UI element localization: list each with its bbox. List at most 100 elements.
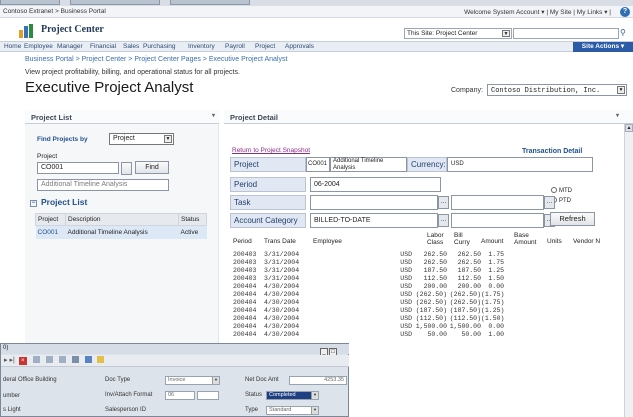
save-icon[interactable]	[84, 356, 92, 363]
nav-financial[interactable]: Financial	[90, 43, 116, 50]
chevron-down-icon[interactable]: ▼	[164, 135, 172, 143]
radio-icon[interactable]	[551, 187, 557, 193]
background-tab[interactable]	[0, 0, 60, 5]
search-icon[interactable]: ⚲	[620, 28, 630, 39]
table-row[interactable]: 200403 3/31/2004 USD 112.50 112.50 1.50	[233, 275, 504, 283]
project-id-cell[interactable]: CO001	[35, 225, 66, 239]
nav-approvals[interactable]: Approvals	[285, 43, 314, 50]
curry-cell: USD	[400, 275, 412, 282]
search-scope-select[interactable]: This Site: Project Center ▼	[404, 28, 512, 39]
table-row[interactable]: 200404 4/30/2004 USD (112.50) (112.50)(1.50)	[233, 315, 504, 323]
chevron-down-icon[interactable]: ▼	[617, 86, 625, 94]
column-header[interactable]: Status	[178, 213, 207, 226]
table-row[interactable]: 200404 4/30/2004 USD 1,500.00 1,500.00 0.00	[233, 323, 504, 331]
currency-field[interactable]: USD	[447, 157, 593, 172]
dynamics-gp-window: 0) _□× ▸ ▸| × deral Office Building umbe…	[0, 343, 349, 417]
print-icon[interactable]	[71, 356, 79, 363]
units-cell: 1.00	[488, 331, 504, 338]
period-cell: 200403	[233, 267, 257, 274]
column-header-amount[interactable]: Amount	[481, 238, 503, 245]
task-from-field[interactable]	[310, 195, 438, 210]
collapse-icon[interactable]: −	[30, 200, 37, 207]
nav-purchasing[interactable]: Purchasing	[143, 43, 176, 50]
welcome-menu[interactable]: Welcome System Account ▾ | My Site | My …	[464, 8, 611, 16]
project-lookup-button[interactable]	[121, 162, 132, 175]
table-row[interactable]: CO001 Additional Timeline Analysis Activ…	[35, 225, 207, 239]
table-row[interactable]: 200404 4/30/2004 USD (262.50) (262.50)(1.75)	[233, 291, 504, 299]
tool-icon[interactable]	[58, 356, 66, 363]
curry-cell: USD	[400, 283, 412, 290]
return-to-snapshot-link[interactable]: Return to Project Snapshot	[232, 147, 310, 154]
background-tab[interactable]	[70, 0, 160, 5]
amount-cell: 262.50	[423, 251, 447, 258]
project-desc-field[interactable]: Additional Timeline Analysis	[330, 157, 407, 172]
nav-project[interactable]: Project	[255, 43, 275, 50]
table-row[interactable]: 200403 3/31/2004 USD 187.50 187.50 1.25	[233, 267, 504, 275]
period-field[interactable]: 06-2004	[310, 177, 441, 192]
note-icon[interactable]	[97, 356, 105, 363]
chevron-down-icon[interactable]: ▼	[212, 377, 219, 384]
project-description-input[interactable]: Additional Timeline Analysis	[37, 179, 169, 191]
table-row[interactable]: 200404 4/30/2004 USD 50.00 50.00 1.00	[233, 331, 504, 339]
tool-icon[interactable]	[45, 356, 53, 363]
find-button[interactable]: Find	[135, 161, 169, 174]
column-header-base-amount[interactable]: Base Amount	[514, 232, 536, 246]
column-header-units[interactable]: Units	[547, 238, 562, 245]
table-row[interactable]: 200404 4/30/2004 USD 200.00 200.00 0.00	[233, 283, 504, 291]
account-category-field[interactable]: BILLED-TO-DATE	[310, 213, 438, 228]
background-tab[interactable]	[170, 0, 250, 5]
play-icon[interactable]: ▸	[4, 357, 8, 364]
site-actions-button[interactable]: Site Actions ▾	[573, 42, 633, 52]
account-category-to-field[interactable]	[451, 213, 544, 228]
type-select[interactable]: Standard ▼	[266, 406, 319, 415]
find-by-select[interactable]: Project ▼	[109, 133, 174, 145]
project-code-field[interactable]: CO001	[306, 157, 330, 172]
detail-scrollbar[interactable]: ▲	[624, 124, 633, 417]
chevron-down-icon[interactable]: ▼	[311, 407, 318, 414]
column-header-labor-class[interactable]: Labor Class	[427, 232, 444, 246]
last-record-icon[interactable]: ▸|	[9, 357, 14, 364]
delete-icon[interactable]: ×	[18, 357, 27, 365]
column-header-period[interactable]: Period	[233, 238, 252, 245]
task-from-lookup-icon[interactable]: …	[438, 196, 449, 209]
nav-sales[interactable]: Sales	[123, 43, 139, 50]
search-input[interactable]	[513, 28, 619, 39]
nav-inventory[interactable]: Inventory	[188, 43, 215, 50]
column-header[interactable]: Description	[65, 213, 179, 226]
task-to-lookup-icon[interactable]: …	[544, 196, 555, 209]
company-select[interactable]: Contoso Distribution, Inc. ▼	[487, 84, 627, 96]
panel-menu-icon[interactable]: ▾	[212, 112, 215, 119]
nav-home[interactable]: Home	[4, 43, 21, 50]
chevron-down-icon[interactable]: ▼	[502, 30, 510, 37]
doc-type-select[interactable]: Invoice ▼	[165, 376, 220, 385]
page-breadcrumb[interactable]: Business Portal > Project Center > Proje…	[25, 56, 287, 63]
column-header-vendor[interactable]: Vendor N	[573, 238, 600, 245]
nav-payroll[interactable]: Payroll	[225, 43, 245, 50]
table-row[interactable]: 200404 4/30/2004 USD (187.50) (187.50)(1.25)	[233, 307, 504, 315]
net-doc-amt-field[interactable]: 4253.35	[289, 376, 347, 385]
nav-employee[interactable]: Employee	[24, 43, 53, 50]
inv-attach-extra-field[interactable]	[197, 391, 219, 400]
base-cell: 112.50	[457, 275, 481, 282]
refresh-button[interactable]: Refresh	[550, 212, 595, 226]
inv-attach-field[interactable]: 06	[165, 391, 195, 400]
column-header-trans-date[interactable]: Trans Date	[264, 238, 296, 245]
scroll-up-icon[interactable]: ▲	[625, 124, 633, 132]
table-row[interactable]: 200403 3/31/2004 USD 262.50 262.50 1.75	[233, 259, 504, 267]
nav-manager[interactable]: Manager	[57, 43, 83, 50]
mtd-radio[interactable]: MTD	[551, 187, 572, 194]
table-row[interactable]: 200403 3/31/2004 USD 262.50 262.50 1.75	[233, 251, 504, 259]
tool-icon[interactable]	[32, 356, 40, 363]
project-input[interactable]: CO001	[37, 162, 119, 174]
portal-breadcrumb[interactable]: Contoso Extranet > Business Portal	[3, 8, 106, 15]
column-header-bill-curry[interactable]: Bill Curry	[454, 232, 470, 246]
panel-menu-icon[interactable]: ▾	[616, 112, 619, 119]
column-header-employee[interactable]: Employee	[313, 238, 342, 245]
chevron-down-icon[interactable]: ▼	[311, 392, 318, 399]
status-select[interactable]: Completed ▼	[266, 391, 319, 400]
account-category-lookup-icon[interactable]: …	[438, 214, 449, 227]
task-to-field[interactable]	[451, 195, 544, 210]
table-row[interactable]: 200404 4/30/2004 USD (262.50) (262.50)(1.75)	[233, 299, 504, 307]
column-header[interactable]: Project	[35, 213, 66, 226]
help-icon[interactable]: ?	[620, 7, 630, 17]
